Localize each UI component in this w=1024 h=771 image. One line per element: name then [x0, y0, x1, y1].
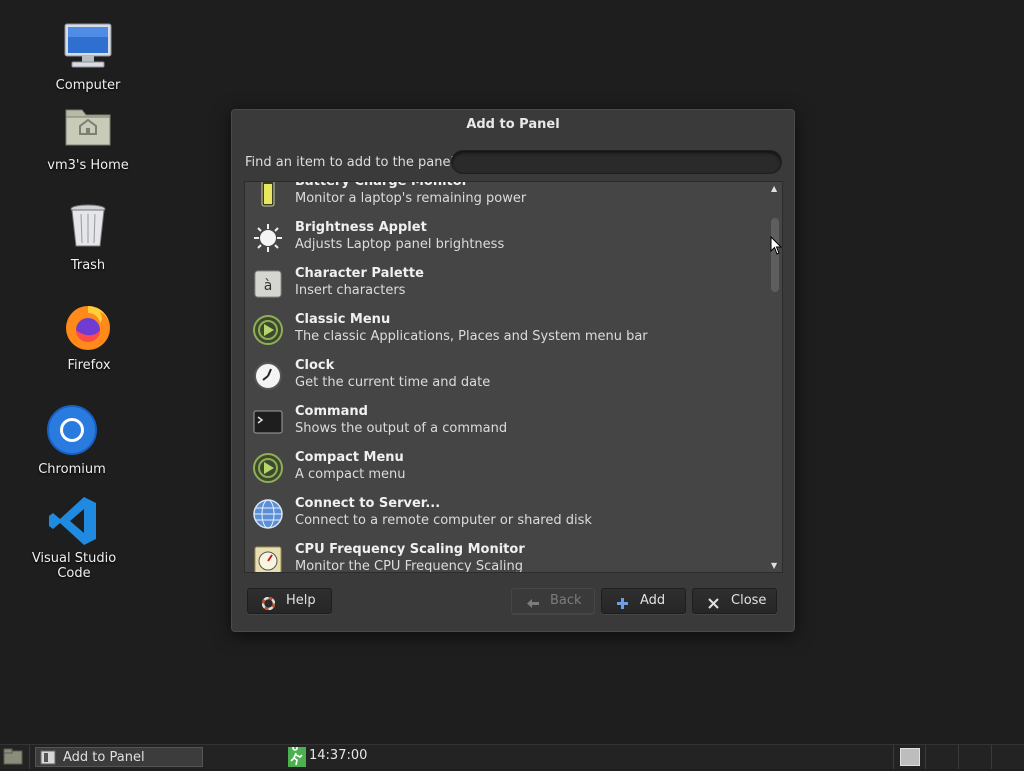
- item-name: CPU Frequency Scaling Monitor: [295, 542, 525, 557]
- list-item-connect-to-server[interactable]: Connect to Server... Connect to a remote…: [245, 492, 765, 538]
- cpu-freq-icon: [252, 544, 284, 572]
- list-item-command[interactable]: Command Shows the output of a command: [245, 400, 765, 446]
- applet-list[interactable]: Battery Charge Monitor Monitor a laptop'…: [244, 181, 783, 573]
- help-label: Help: [286, 593, 316, 608]
- close-label: Close: [731, 593, 767, 608]
- firefox-icon: [61, 300, 117, 356]
- classic-menu-icon: [252, 314, 284, 346]
- computer-icon: [60, 20, 116, 76]
- item-desc: Shows the output of a command: [295, 421, 508, 436]
- svg-text:à: à: [264, 278, 273, 294]
- taskbar-clock[interactable]: 14:37:00: [309, 748, 367, 763]
- desktop-icon-home[interactable]: vm3's Home: [33, 100, 143, 173]
- taskbar-task-add-to-panel[interactable]: Add to Panel: [35, 747, 203, 767]
- add-plus-icon: [616, 595, 629, 609]
- back-button[interactable]: Back: [511, 588, 595, 614]
- item-desc: Adjusts Laptop panel brightness: [295, 237, 505, 252]
- brightness-icon: [252, 222, 284, 254]
- scroll-up-arrow-icon[interactable]: ▲: [771, 184, 777, 193]
- back-label: Back: [550, 593, 582, 608]
- desktop-icon-firefox[interactable]: Firefox: [34, 300, 144, 373]
- item-desc: Monitor a laptop's remaining power: [295, 191, 527, 206]
- list-item-cpu-frequency[interactable]: CPU Frequency Scaling Monitor Monitor th…: [245, 538, 765, 573]
- add-button[interactable]: Add: [601, 588, 686, 614]
- desktop-icon-trash[interactable]: Trash: [33, 200, 143, 273]
- list-item-classic-menu[interactable]: Classic Menu The classic Applications, P…: [245, 308, 765, 354]
- help-icon: [261, 595, 276, 611]
- compact-menu-icon: [252, 452, 284, 484]
- item-desc: Monitor the CPU Frequency Scaling: [295, 559, 523, 573]
- add-to-panel-dialog: Add to Panel Find an item to add to the …: [231, 109, 795, 632]
- list-item-compact-menu[interactable]: Compact Menu A compact menu: [245, 446, 765, 492]
- item-name: Connect to Server...: [295, 496, 441, 511]
- item-name: Clock: [295, 358, 335, 373]
- desktop-icon-chromium[interactable]: Chromium: [17, 404, 127, 477]
- find-row: Find an item to add to the panel:: [245, 150, 782, 176]
- back-arrow-icon: [526, 595, 539, 608]
- close-icon: [707, 595, 720, 609]
- add-label: Add: [640, 593, 666, 608]
- search-input[interactable]: [451, 150, 782, 174]
- find-label: Find an item to add to the panel:: [245, 155, 459, 170]
- item-desc: The classic Applications, Places and Sys…: [295, 329, 648, 344]
- list-item-clock[interactable]: Clock Get the current time and date: [245, 354, 765, 400]
- list-item-character-palette[interactable]: à Character Palette Insert characters: [245, 262, 765, 308]
- character-palette-icon: à: [252, 268, 284, 300]
- desktop-icon-label: Chromium: [38, 462, 106, 477]
- item-name: Brightness Applet: [295, 220, 427, 235]
- item-desc: Insert characters: [295, 283, 406, 298]
- desktop-icon-label: Computer: [55, 78, 121, 93]
- list-item-battery[interactable]: Battery Charge Monitor Monitor a laptop'…: [245, 181, 765, 216]
- workspace-switcher[interactable]: [900, 748, 920, 766]
- item-desc: Get the current time and date: [295, 375, 491, 390]
- help-button[interactable]: Help: [247, 588, 332, 614]
- terminal-icon: [252, 406, 284, 438]
- list-item-brightness[interactable]: Brightness Applet Adjusts Laptop panel b…: [245, 216, 765, 262]
- dialog-title: Add to Panel: [466, 117, 560, 132]
- item-desc: Connect to a remote computer or shared d…: [295, 513, 592, 528]
- item-name: Command: [295, 404, 368, 419]
- home-folder-icon: [60, 100, 116, 156]
- item-name: Character Palette: [295, 266, 424, 281]
- clock-applet-icon: [288, 745, 306, 767]
- item-name: Classic Menu: [295, 312, 391, 327]
- desktop-icon-label: Firefox: [67, 358, 111, 373]
- desktop-icon-label: Visual Studio Code: [31, 551, 117, 581]
- vscode-icon: [46, 493, 102, 549]
- desktop-icon-label: vm3's Home: [47, 158, 129, 173]
- item-name: Compact Menu: [295, 450, 404, 465]
- task-window-icon: [40, 750, 56, 769]
- desktop-icon-label: Trash: [70, 258, 106, 273]
- globe-icon: [252, 498, 284, 530]
- desktop-icon-computer[interactable]: Computer: [33, 20, 143, 93]
- item-name: Battery Charge Monitor: [295, 181, 469, 189]
- mouse-pointer-icon: [770, 235, 784, 260]
- clock-icon: [252, 360, 284, 392]
- close-button[interactable]: Close: [692, 588, 777, 614]
- trash-icon: [60, 200, 116, 256]
- chromium-icon: [44, 404, 100, 460]
- taskbar: Add to Panel 14:37:00: [0, 744, 1024, 769]
- scroll-down-arrow-icon[interactable]: ▼: [771, 561, 777, 570]
- item-desc: A compact menu: [295, 467, 406, 482]
- battery-icon: [252, 182, 284, 208]
- desktop-icon-vscode[interactable]: Visual Studio Code: [19, 493, 129, 581]
- show-desktop-icon[interactable]: [3, 748, 23, 766]
- task-label: Add to Panel: [63, 750, 145, 765]
